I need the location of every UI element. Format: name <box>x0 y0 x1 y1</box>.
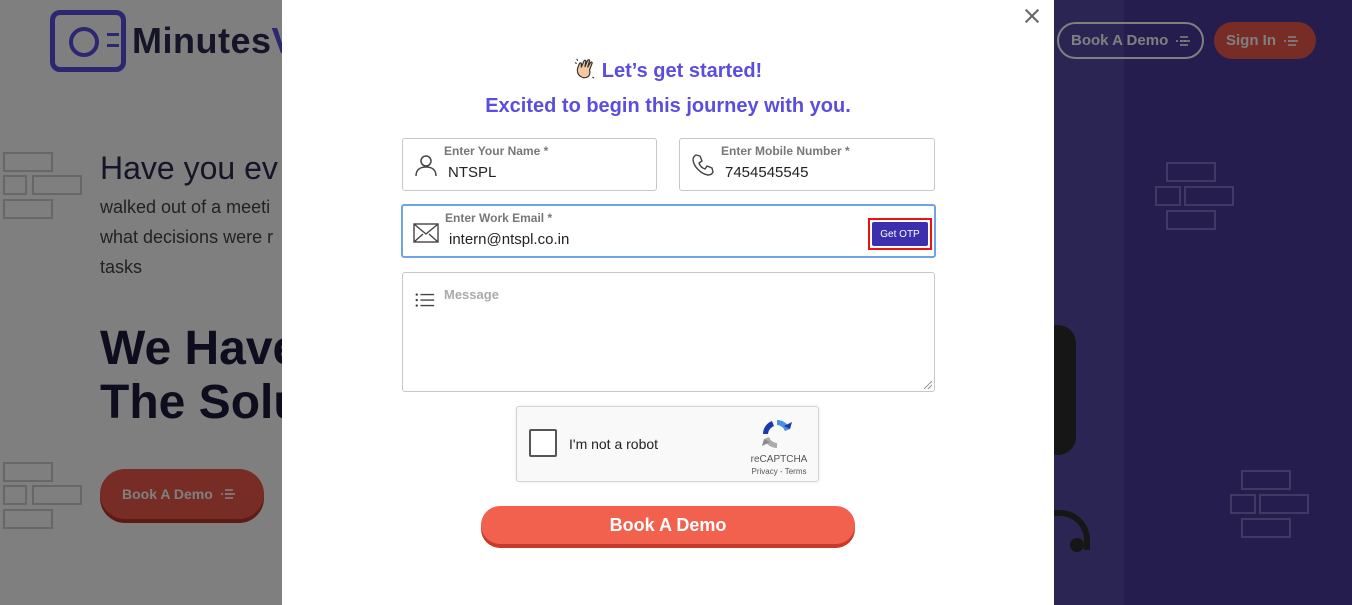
message-placeholder: Message <box>444 287 499 302</box>
resize-handle[interactable] <box>924 381 932 389</box>
recaptcha-brand: reCAPTCHA <box>750 454 808 465</box>
recaptcha-checkbox[interactable] <box>529 429 557 457</box>
book-demo-submit-button[interactable]: Book A Demo <box>481 506 855 544</box>
mobile-field[interactable]: Enter Mobile Number * 7454545545 <box>679 138 935 191</box>
modal-title: Let’s get started! <box>282 58 1054 83</box>
modal-subtitle: Excited to begin this journey with you. <box>485 95 851 117</box>
list-icon <box>415 293 435 307</box>
envelope-icon <box>413 223 439 243</box>
mobile-field-label: Enter Mobile Number * <box>721 144 850 158</box>
recaptcha-icon <box>762 420 792 448</box>
name-field[interactable]: Enter Your Name * NTSPL <box>402 138 657 191</box>
get-otp-button[interactable]: Get OTP <box>872 222 928 246</box>
mobile-field-value[interactable]: 7454545545 <box>725 164 808 181</box>
name-field-value[interactable]: NTSPL <box>448 164 496 181</box>
message-field[interactable]: Message <box>402 272 935 392</box>
email-field-value[interactable]: intern@ntspl.co.in <box>449 231 569 248</box>
close-icon[interactable] <box>1021 5 1043 27</box>
waving-hand-icon <box>574 58 595 79</box>
phone-icon <box>692 154 714 176</box>
email-field-label: Enter Work Email * <box>445 211 553 225</box>
email-field[interactable]: Enter Work Email * intern@ntspl.co.in <box>401 204 936 258</box>
get-otp-highlight: Get OTP <box>868 218 932 250</box>
recaptcha-widget: I'm not a robot reCAPTCHA Privacy - Term… <box>516 406 819 482</box>
recaptcha-label: I'm not a robot <box>569 436 659 452</box>
recaptcha-privacy-terms[interactable]: Privacy - Terms <box>743 467 815 476</box>
name-field-label: Enter Your Name * <box>444 144 549 158</box>
user-icon <box>415 155 437 177</box>
